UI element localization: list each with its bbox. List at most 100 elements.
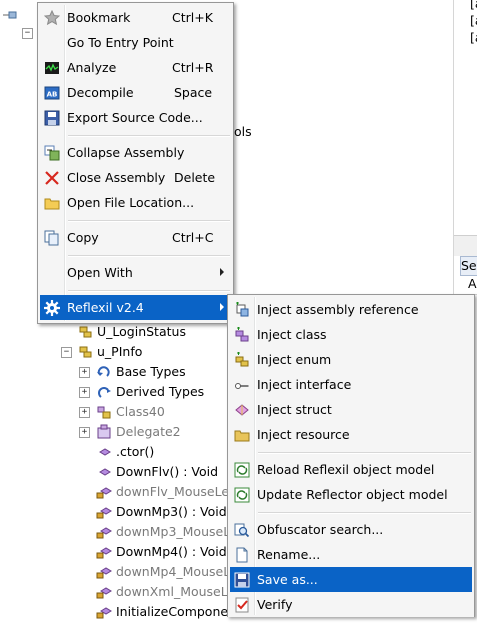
svg-text:AB: AB (47, 91, 58, 99)
class-icon (234, 326, 250, 342)
tree-row[interactable]: DownMp4() : Void (0, 542, 240, 562)
analyze-icon (44, 59, 60, 75)
menu-item-decompile[interactable]: AB Decompile Space (40, 80, 231, 105)
folder-icon (44, 194, 60, 210)
private-method-icon (96, 504, 112, 520)
private-method-icon (96, 584, 112, 600)
tree-label: Class40 (116, 404, 165, 419)
verify-icon (234, 596, 250, 613)
tree-label: u_PInfo (97, 344, 143, 359)
panel-line: [a (470, 13, 477, 28)
enum-icon (234, 351, 250, 367)
menu-item-close-assembly[interactable]: Close Assembly Delete (40, 165, 231, 190)
tree-expander[interactable]: − (22, 28, 33, 39)
obfuscator-search-icon (234, 521, 250, 538)
save-icon (44, 109, 60, 126)
tree-row[interactable]: InitializeComponen (0, 602, 240, 622)
panel-tab-se[interactable]: Se (460, 256, 477, 276)
private-method-icon (96, 524, 112, 540)
gear-icon (44, 299, 60, 316)
tree-label: Base Types (116, 364, 186, 379)
interface-icon (234, 376, 250, 392)
reflexil-submenu: Inject assembly reference Inject class I… (227, 294, 475, 617)
tree-label: InitializeComponen (116, 604, 236, 619)
rename-icon (234, 546, 250, 563)
menu-item-inject-resource[interactable]: Inject resource (230, 422, 472, 447)
submenu-arrow-icon (220, 303, 224, 311)
menu-item-update-reflector-object-model[interactable]: Update Reflector object model (230, 482, 472, 507)
tree-row[interactable]: + Class40 (0, 402, 240, 422)
menu-item-open-file-location[interactable]: Open File Location... (40, 190, 231, 215)
menu-item-open-with[interactable]: Open With (40, 260, 231, 285)
menu-item-copy[interactable]: Copy Ctrl+C (40, 225, 231, 250)
tree-row[interactable]: − u_PInfo (0, 342, 240, 362)
expand-expander[interactable]: + (79, 387, 90, 398)
tree-row[interactable]: downXml_MouseLe (0, 582, 240, 602)
menu-separator (258, 512, 471, 514)
panel-line: [a (470, 30, 477, 45)
save-icon (234, 571, 250, 588)
menu-separator (258, 452, 471, 454)
reload-icon (234, 461, 250, 478)
menu-separator (68, 255, 230, 257)
tree-label: Delegate2 (116, 424, 181, 439)
tree-row[interactable]: downFlv_MouseLeft (0, 482, 240, 502)
expand-expander[interactable]: + (79, 407, 90, 418)
panel-line: [a (470, 0, 477, 11)
menu-item-export-source-code[interactable]: Export Source Code... (40, 105, 231, 130)
menu-item-collapse-assembly[interactable]: Collapse Assembly (40, 140, 231, 165)
menu-item-reflexil[interactable]: Reflexil v2.4 (40, 295, 231, 320)
tree-row[interactable]: DownFlv() : Void (0, 462, 240, 482)
menu-item-save-as[interactable]: Save as... (230, 567, 472, 592)
tree-row[interactable]: U_LoginStatus (0, 322, 240, 342)
tree-label: Derived Types (116, 384, 205, 399)
menu-item-verify[interactable]: Verify (230, 592, 472, 617)
private-method-icon (96, 484, 112, 500)
class-icon (96, 404, 112, 420)
menu-item-inject-enum[interactable]: Inject enum (230, 347, 472, 372)
menu-item-bookmark[interactable]: Bookmark Ctrl+K (40, 5, 231, 30)
tree-row[interactable]: DownMp3() : Void (0, 502, 240, 522)
tree-root-icon (2, 8, 18, 19)
panel-divider (454, 235, 477, 256)
private-method-icon (96, 604, 112, 620)
menu-item-inject-class[interactable]: Inject class (230, 322, 472, 347)
tree-label: downMp3_MouseL (116, 524, 231, 539)
star-icon (43, 9, 61, 26)
panel-line-a: A (468, 276, 477, 291)
tree-row[interactable]: .ctor() (0, 442, 240, 462)
base-types-icon (96, 364, 112, 380)
expand-expander[interactable]: + (79, 367, 90, 378)
collapse-expander[interactable]: − (61, 347, 72, 358)
tree-row[interactable]: + Delegate2 (0, 422, 240, 442)
menu-separator (68, 220, 230, 222)
tree-label: downMp4_MouseL (116, 564, 231, 579)
menu-item-reload-reflexil-object-model[interactable]: Reload Reflexil object model (230, 457, 472, 482)
class-icon (78, 344, 94, 360)
tree-row[interactable]: downMp3_MouseL (0, 522, 240, 542)
resource-folder-icon (234, 426, 250, 442)
tree-row[interactable]: + Derived Types (0, 382, 240, 402)
collapse-icon (44, 144, 60, 161)
tree-row[interactable]: downMp4_MouseL (0, 562, 240, 582)
method-icon (96, 444, 112, 460)
copy-icon (44, 229, 60, 246)
tree-label: DownFlv() : Void (116, 464, 219, 479)
tree-label: .ctor() (116, 444, 155, 459)
tree-row[interactable]: + Base Types (0, 362, 240, 382)
private-method-icon (96, 544, 112, 560)
menu-item-obfuscator-search[interactable]: Obfuscator search... (230, 517, 472, 542)
assembly-reference-icon (234, 301, 250, 317)
private-method-icon (96, 564, 112, 580)
decompile-icon: AB (44, 84, 60, 100)
menu-item-go-to-entry-point[interactable]: Go To Entry Point (40, 30, 231, 55)
menu-item-analyze[interactable]: Analyze Ctrl+R (40, 55, 231, 80)
menu-item-inject-assembly-reference[interactable]: Inject assembly reference (230, 297, 472, 322)
tree-label: DownMp4() : Void (116, 544, 227, 559)
expand-expander[interactable]: + (79, 427, 90, 438)
menu-item-inject-interface[interactable]: Inject interface (230, 372, 472, 397)
menu-item-inject-struct[interactable]: Inject struct (230, 397, 472, 422)
tree-partial-label: ols (234, 124, 252, 139)
close-icon (44, 169, 60, 185)
menu-item-rename[interactable]: Rename... (230, 542, 472, 567)
